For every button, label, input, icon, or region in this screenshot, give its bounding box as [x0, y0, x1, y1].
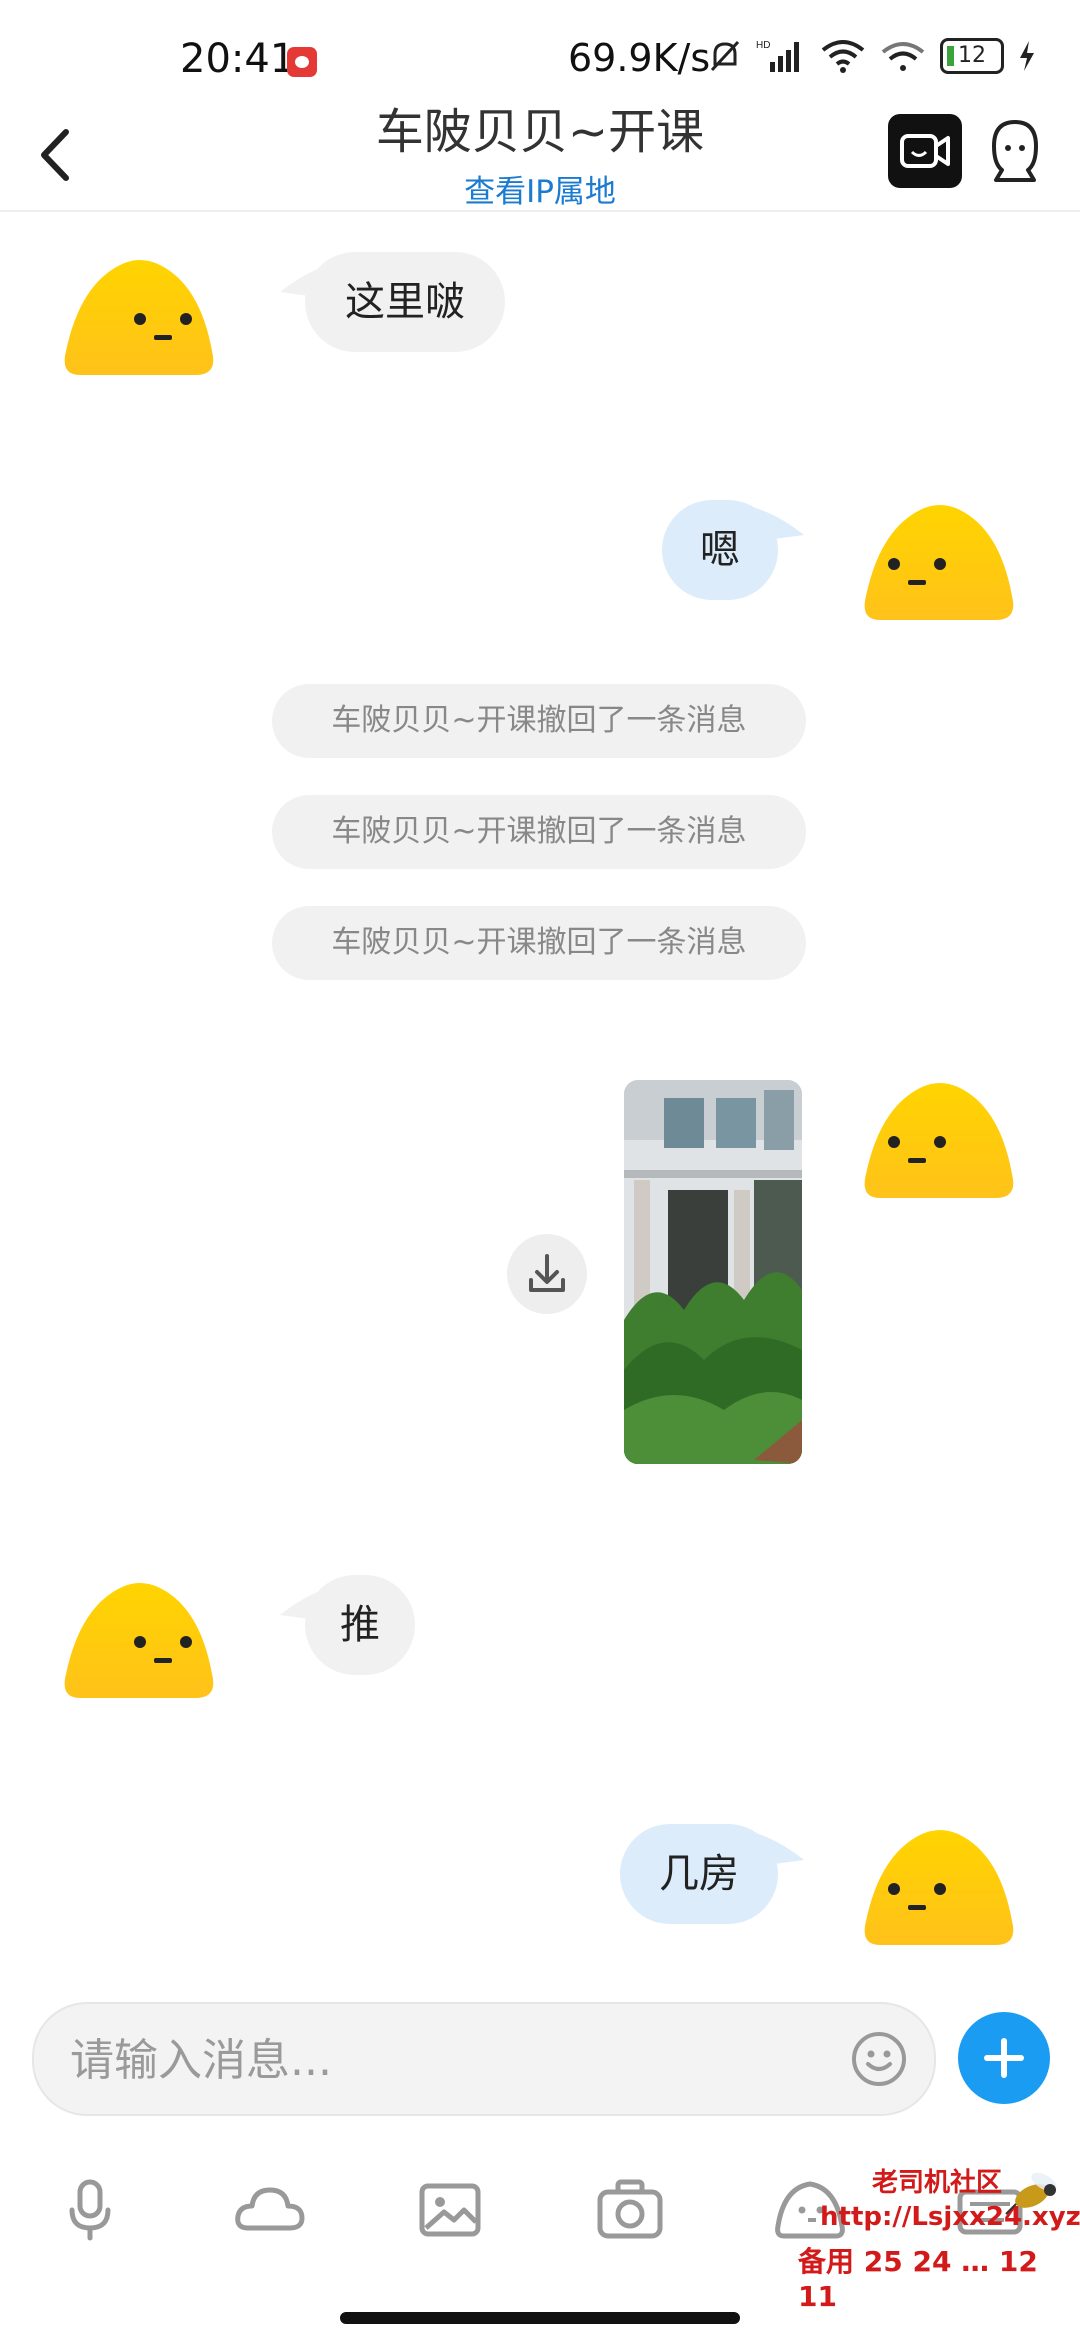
- camera-icon[interactable]: [590, 2170, 670, 2250]
- watermark-title: 老司机社区: [872, 2168, 1003, 2198]
- shared-photo[interactable]: [624, 1080, 802, 1464]
- network-speed: 69.9K/s: [568, 36, 711, 80]
- video-call-button[interactable]: [888, 114, 962, 188]
- message-bubble-outgoing[interactable]: 嗯: [662, 500, 778, 600]
- battery-icon: 12: [940, 38, 1004, 74]
- wifi-icon: [821, 40, 865, 73]
- emoji-button-icon[interactable]: [850, 2030, 908, 2088]
- watermark: 老司机社区 http://Lsjxx24.xyz 备用 25 24 … 12 1…: [790, 2162, 1080, 2313]
- microphone-icon[interactable]: [50, 2170, 130, 2250]
- hotspot-icon: [881, 42, 925, 71]
- cloud-icon[interactable]: [230, 2170, 310, 2250]
- contact-avatar[interactable]: [60, 255, 220, 395]
- contact-avatar[interactable]: [60, 1578, 220, 1718]
- image-icon[interactable]: [410, 2170, 490, 2250]
- charging-icon: [1020, 41, 1034, 71]
- download-button[interactable]: [507, 1234, 587, 1314]
- profile-icon[interactable]: [982, 114, 1048, 188]
- status-time: 20:41: [180, 36, 296, 82]
- recall-notice: 车陂贝贝~开课撤回了一条消息: [272, 906, 806, 980]
- download-icon: [529, 1254, 565, 1292]
- mute-bell-icon: [710, 40, 740, 72]
- my-avatar[interactable]: [860, 1078, 1020, 1218]
- bee-logo-icon: [1005, 2172, 1057, 2215]
- record-icon: [287, 47, 317, 77]
- home-indicator[interactable]: [340, 2312, 740, 2324]
- message-bubble-incoming[interactable]: 这里啵: [305, 252, 505, 352]
- message-bubble-outgoing[interactable]: 几房: [620, 1824, 778, 1924]
- status-icons: HD 12: [708, 38, 1036, 74]
- watermark-backup: 备用 25 24 … 12 11: [798, 2245, 1038, 2313]
- recall-notice: 车陂贝贝~开课撤回了一条消息: [272, 795, 806, 869]
- message-bubble-incoming[interactable]: 推: [305, 1575, 415, 1675]
- video-camera-icon: [900, 134, 950, 168]
- message-input-container: [32, 2002, 936, 2116]
- my-avatar[interactable]: [860, 1825, 1020, 1965]
- my-avatar[interactable]: [860, 500, 1020, 640]
- more-options-button[interactable]: [958, 2012, 1050, 2104]
- svg-text:HD: HD: [756, 40, 770, 51]
- chat-header: 车陂贝贝~开课 查看IP属地: [0, 80, 1080, 212]
- message-input[interactable]: [68, 2004, 852, 2116]
- hd-signal-icon: HD: [756, 40, 799, 72]
- recall-notice: 车陂贝贝~开课撤回了一条消息: [272, 684, 806, 758]
